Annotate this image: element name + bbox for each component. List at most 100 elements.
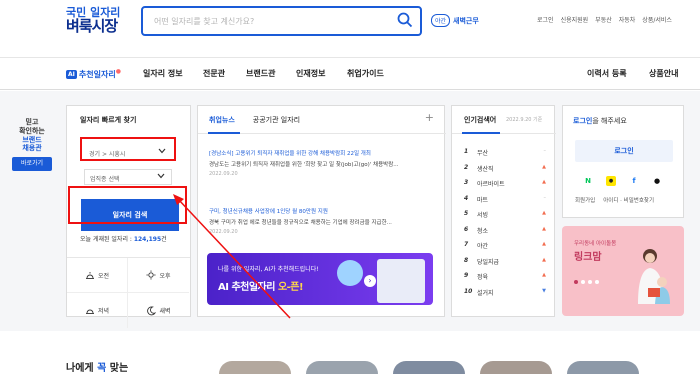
count-unit: 건 <box>161 236 167 243</box>
nav-job-info[interactable]: 일자리 정보 <box>143 68 183 79</box>
section-title-c: 맞는 <box>106 363 129 374</box>
carousel-dot[interactable] <box>574 280 578 284</box>
ai-jobs-banner[interactable]: 나를 위한 일자리, AI가 추천해드립니다! AI 추천일자리 오-픈! › <box>207 253 433 305</box>
go-button[interactable]: 바로가기 <box>12 157 52 171</box>
apple-icon[interactable]: ● <box>652 176 662 186</box>
rank-item[interactable]: 3 아르바이트 ▲ <box>464 179 546 192</box>
nav-guide[interactable]: 취업가이드 <box>347 68 384 79</box>
linkmom-ad[interactable]: 우리동네 아이돌봄 링크맘 <box>562 226 684 316</box>
sunrise-icon <box>85 271 94 279</box>
rank-item[interactable]: 5 서빙 ▲ <box>464 210 546 223</box>
rank-keyword[interactable]: 생산직 <box>477 164 494 173</box>
ad-line2: 확인하는 <box>19 126 45 135</box>
naver-icon[interactable]: N <box>583 176 593 186</box>
rank-keyword[interactable]: 정육 <box>477 272 488 281</box>
thumbnail-image[interactable] <box>219 361 291 374</box>
site-logo[interactable]: 국민 일자리 벼룩시장 <box>66 7 120 34</box>
thumbnail-image[interactable] <box>567 361 639 374</box>
search-icon[interactable] <box>397 12 413 32</box>
rank-keyword[interactable]: 서빙 <box>477 210 488 219</box>
brand-hire-ad[interactable]: 믿고 확인하는 브랜드 채용관 바로가기 <box>12 118 52 171</box>
nav-product[interactable]: 상품안내 <box>649 68 678 79</box>
time-filter-grid: 오전 오후 저녁 새벽 <box>67 257 190 328</box>
banner-line2-main: AI 추천일자리 <box>218 282 275 293</box>
nav-ai-label: 추천일자리 <box>78 70 116 79</box>
rank-number: 4 <box>464 194 469 202</box>
rank-number: 3 <box>464 179 469 186</box>
nav-specialty[interactable]: 전문관 <box>203 68 225 79</box>
time-afternoon[interactable]: 오후 <box>128 258 189 293</box>
rank-item[interactable]: 8 당일지급 ▲ <box>464 257 546 270</box>
login-button[interactable]: 로그인 <box>575 140 673 162</box>
nav-ai-jobs[interactable]: AI 추천일자리● <box>66 68 121 80</box>
article-headline[interactable]: [경남소식] 고용위기 퇴직자 재취업을 위한 강해 채용박람회 22일 개최 <box>209 149 439 157</box>
facebook-icon[interactable]: f <box>629 176 639 186</box>
thumbnail-image[interactable] <box>480 361 552 374</box>
time-evening[interactable]: 저녁 <box>67 293 128 328</box>
news-article[interactable]: [경남소식] 고용위기 퇴직자 재취업을 위한 강해 채용박람회 22일 개최 … <box>209 149 439 177</box>
job-category-select[interactable]: 업직종 선택 <box>84 169 172 185</box>
top-header: 국민 일자리 벼룩시장 어떤 일자리를 찾고 계신가요? 야간 새벽근무 로그인… <box>0 0 700 57</box>
rank-item[interactable]: 9 정육 ▲ <box>464 272 546 285</box>
utility-links: 로그인 신용지원원 부동산 자동차 상품/서비스 <box>537 15 672 24</box>
rank-number: 2 <box>464 163 469 171</box>
util-login[interactable]: 로그인 <box>537 15 554 24</box>
nav-resume[interactable]: 이력서 등록 <box>587 68 627 79</box>
signup-link[interactable]: 회원가입 <box>575 196 595 204</box>
rank-item[interactable]: 2 생산직 ▲ <box>464 164 546 177</box>
night-label: 새벽근무 <box>453 16 479 25</box>
rank-change-icon: ▼ <box>542 287 546 294</box>
rank-keyword[interactable]: 당일지급 <box>477 257 499 266</box>
rank-number: 6 <box>464 225 469 233</box>
rank-number: 1 <box>464 148 469 155</box>
util-car[interactable]: 자동차 <box>619 15 636 24</box>
carousel-dot[interactable] <box>581 280 585 284</box>
more-icon[interactable]: + <box>425 111 434 124</box>
rank-keyword[interactable]: 아르바이트 <box>477 179 505 188</box>
job-search-button[interactable]: 일자리 검색 <box>81 199 179 231</box>
time-dawn[interactable]: 새벽 <box>128 293 189 328</box>
carousel-dot[interactable] <box>588 280 592 284</box>
rank-item[interactable]: 10 설거지 ▼ <box>464 288 546 301</box>
rank-change-icon: ▲ <box>542 210 546 216</box>
quick-search-title: 일자리 빠르게 찾기 <box>80 116 137 124</box>
nav-talent[interactable]: 인재정보 <box>296 68 325 79</box>
rank-item[interactable]: 4 마트 – <box>464 195 546 208</box>
search-box[interactable]: 어떤 일자리를 찾고 계신가요? <box>141 6 422 36</box>
rank-keyword[interactable]: 무산 <box>477 148 488 157</box>
search-input[interactable]: 어떤 일자리를 찾고 계신가요? <box>154 16 254 27</box>
util-products[interactable]: 상품/서비스 <box>642 15 672 24</box>
thumbnail-image[interactable] <box>393 361 465 374</box>
rank-keyword[interactable]: 마트 <box>477 195 488 204</box>
night-shift-link[interactable]: 야간 새벽근무 <box>431 14 479 27</box>
rank-keyword[interactable]: 설거지 <box>477 288 494 297</box>
article-headline[interactable]: 구미, 청년신규채용 사업장에 1인당 월 80만원 지원 <box>209 207 439 215</box>
kakao-icon[interactable]: ● <box>606 176 616 186</box>
news-article[interactable]: 구미, 청년신규채용 사업장에 1인당 월 80만원 지원 경북 구미가 취업 … <box>209 207 439 235</box>
rank-number: 8 <box>464 256 469 264</box>
popular-keywords-panel: 인기검색어 2022.9.20 기준 1 무산 – 2 생산직 ▲ 3 아르바이트 ▲ 4 마트 – 5… <box>451 105 556 317</box>
section-title-a: 나에게 <box>66 363 98 374</box>
new-dot-icon: ● <box>115 68 121 75</box>
arrow-right-icon: › <box>364 275 376 287</box>
banner-line1: 나를 위한 일자리, AI가 추천해드립니다! <box>218 266 319 273</box>
rank-item[interactable]: 1 무산 – <box>464 148 546 161</box>
util-realestate[interactable]: 부동산 <box>595 15 612 24</box>
login-title: 로그인을 해주세요 <box>573 116 627 126</box>
nav-brand[interactable]: 브랜드관 <box>246 68 275 79</box>
rank-keyword[interactable]: 야간 <box>477 241 488 250</box>
tab-public-jobs[interactable]: 공공기관 일자리 <box>253 115 300 125</box>
region-select[interactable]: 경기 > 시흥시 <box>84 145 172 161</box>
login-title-bold: 로그인 <box>573 117 593 125</box>
time-morning[interactable]: 오전 <box>67 258 128 293</box>
rank-keyword[interactable]: 청소 <box>477 226 488 235</box>
rank-item[interactable]: 7 야간 ▲ <box>464 241 546 254</box>
carousel-dot[interactable] <box>595 280 599 284</box>
moon-icon <box>147 306 157 315</box>
rank-change-icon: ▲ <box>542 256 546 263</box>
thumbnail-image[interactable] <box>306 361 378 374</box>
util-credit[interactable]: 신용지원원 <box>561 15 589 24</box>
find-account-link[interactable]: 아이디 · 비밀번호찾기 <box>603 196 654 204</box>
tab-news[interactable]: 취업뉴스 <box>209 115 235 125</box>
rank-item[interactable]: 6 청소 ▲ <box>464 226 546 239</box>
